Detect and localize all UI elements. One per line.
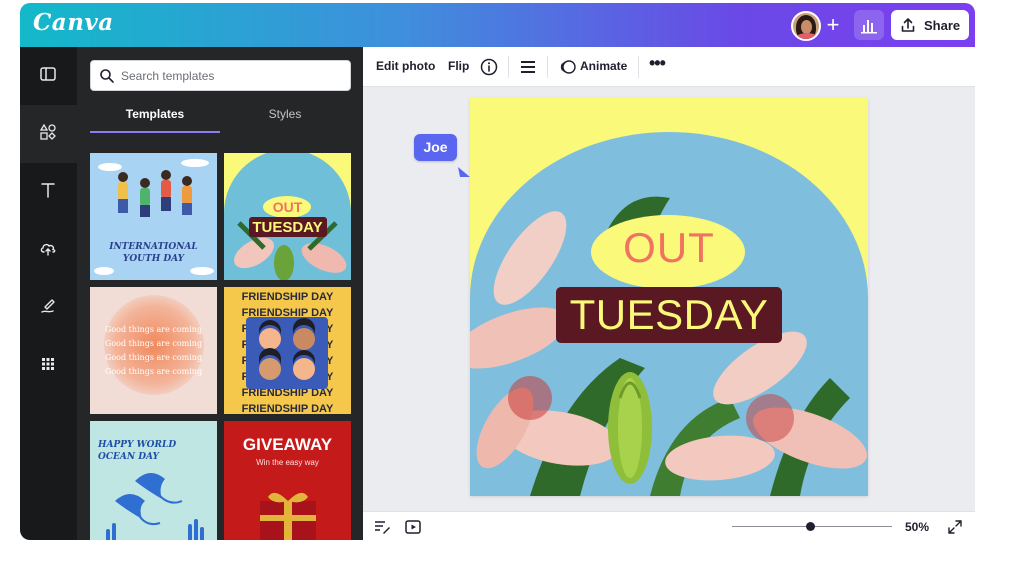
- design-page[interactable]: OUT TUESDAY: [470, 98, 868, 496]
- collaborator-cursor-icon: [458, 167, 470, 177]
- canva-editor: Canva + Share Search templates Templates…: [20, 3, 975, 540]
- layout-icon: [40, 67, 56, 81]
- elements-icon: [39, 123, 56, 140]
- flip-button[interactable]: Flip: [448, 59, 469, 73]
- rail-item-uploads[interactable]: [20, 221, 77, 279]
- rail-item-apps[interactable]: [20, 337, 77, 395]
- design-out-text[interactable]: OUT: [591, 224, 747, 272]
- insights-button[interactable]: [854, 10, 884, 40]
- toolbar-divider: [638, 56, 639, 78]
- more-options-icon[interactable]: •••: [649, 53, 666, 74]
- bottom-bar: 50%: [363, 511, 975, 540]
- share-button[interactable]: Share: [891, 10, 969, 40]
- template-card-out-tuesday[interactable]: OUT TUESDAY: [224, 153, 351, 280]
- gift-box-illustration: [260, 492, 316, 540]
- upload-cloud-icon: [40, 243, 56, 256]
- apps-grid-icon: [42, 358, 54, 370]
- plus-icon: +: [826, 12, 840, 37]
- share-upload-icon: [901, 18, 915, 32]
- search-input[interactable]: [121, 66, 341, 86]
- zoom-slider-handle[interactable]: [806, 522, 815, 531]
- zoom-slider[interactable]: [732, 522, 892, 531]
- search-box[interactable]: [90, 60, 351, 91]
- design-title-text[interactable]: TUESDAY: [556, 291, 782, 339]
- add-collaborator-button[interactable]: +: [820, 13, 846, 39]
- rail-item-text[interactable]: [20, 163, 77, 221]
- canva-logo[interactable]: Canva: [33, 9, 114, 36]
- template-youth-day-title: INTERNATIONAL YOUTH DAY: [109, 242, 198, 264]
- side-rail: [20, 47, 77, 540]
- rail-item-draw[interactable]: [20, 279, 77, 337]
- tab-styles[interactable]: Styles: [220, 107, 350, 133]
- edit-photo-button[interactable]: Edit photo: [376, 59, 435, 73]
- fullscreen-icon[interactable]: [947, 519, 963, 535]
- collaborator-name-tag: Joe: [414, 134, 457, 161]
- text-icon: [41, 183, 55, 198]
- top-bar: Canva + Share: [20, 3, 975, 47]
- template-card-friendship-day[interactable]: FRIENDSHIP DAY FRIENDSHIP DAY FRIENDSHIP…: [224, 287, 351, 414]
- rail-item-layout[interactable]: [20, 47, 77, 105]
- templates-panel: Templates Styles INTERNATIONAL YOUTH DAY: [77, 47, 363, 540]
- template-out-tuesday-title: TUESDAY: [252, 219, 323, 236]
- zoom-level[interactable]: 50%: [905, 520, 929, 534]
- bar-chart-icon: [861, 20, 877, 34]
- lily-flower-illustration: [224, 153, 351, 280]
- toolbar-divider: [508, 56, 509, 78]
- info-icon[interactable]: [480, 58, 498, 76]
- context-toolbar: Edit photo Flip Animate •••: [363, 47, 975, 87]
- toolbar-divider: [547, 56, 548, 78]
- template-card-youth-day[interactable]: INTERNATIONAL YOUTH DAY: [90, 153, 217, 280]
- template-good-things-text: Good things are coming Good things are c…: [104, 325, 203, 376]
- template-card-ocean-day[interactable]: HAPPY WORLD OCEAN DAY: [90, 421, 217, 540]
- notes-icon[interactable]: [373, 518, 391, 536]
- template-card-good-things[interactable]: Good things are coming Good things are c…: [90, 287, 217, 414]
- search-icon: [100, 69, 114, 83]
- animate-button[interactable]: Animate: [580, 59, 627, 73]
- stingray-illustration: [106, 472, 204, 540]
- present-play-icon[interactable]: [404, 518, 422, 536]
- friends-illustration: [246, 317, 328, 389]
- template-card-giveaway[interactable]: GIVEAWAY Win the easy way: [224, 421, 351, 540]
- share-label: Share: [924, 18, 961, 33]
- canvas-area: Edit photo Flip Animate ••• OUT TUESDAY …: [363, 47, 975, 540]
- user-avatar[interactable]: [791, 11, 821, 41]
- rail-item-elements[interactable]: [20, 105, 77, 163]
- tab-templates[interactable]: Templates: [90, 107, 220, 133]
- template-out-tuesday-out: OUT: [272, 199, 303, 215]
- animate-icon: [560, 60, 576, 74]
- draw-icon: [41, 299, 55, 313]
- position-lines-icon[interactable]: [519, 58, 537, 76]
